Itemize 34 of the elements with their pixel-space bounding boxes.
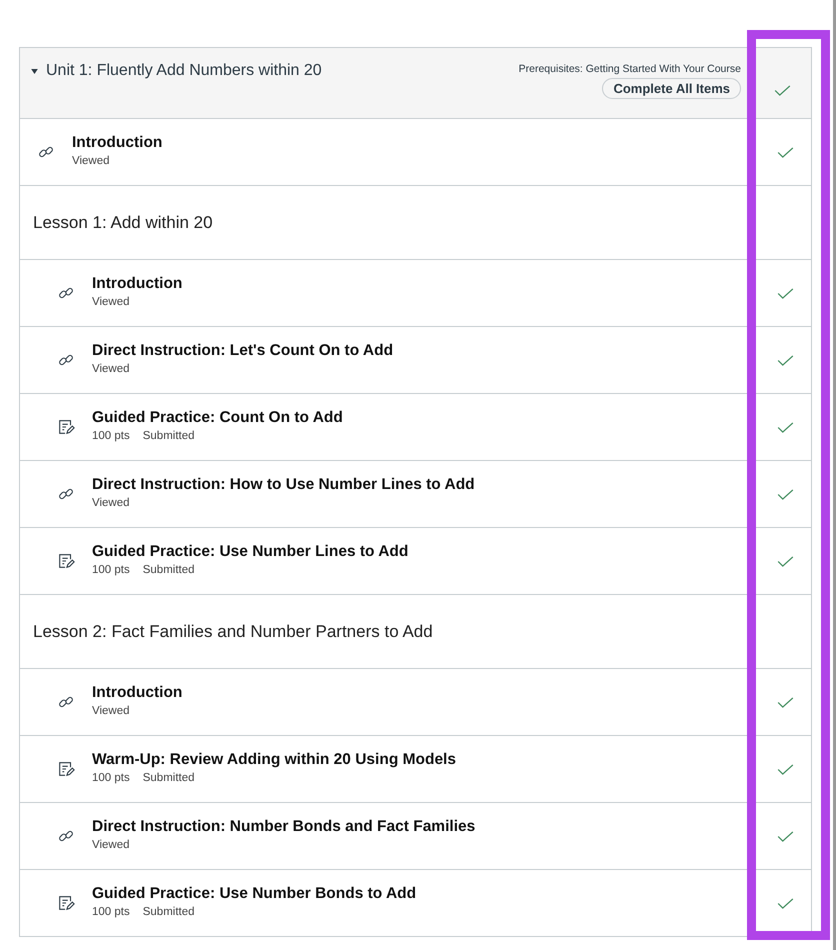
module-title: Unit 1: Fluently Add Numbers within 20: [46, 62, 322, 80]
item-status: 100 pts: [92, 906, 130, 918]
prerequisites-text: Prerequisites: Getting Started With Your Course: [518, 63, 741, 75]
assignment-icon: [57, 894, 75, 912]
assignment-icon: [57, 760, 75, 778]
item-link[interactable]: Direct Instruction: How to Use Number Lines to Add: [92, 476, 745, 494]
item-link[interactable]: Introduction: [92, 684, 745, 702]
item-link[interactable]: Warm-Up: Review Adding within 20 Using Models: [92, 750, 745, 768]
item-status: Submitted: [142, 906, 195, 918]
item-status: Viewed: [92, 296, 130, 308]
assignment-icon: [57, 418, 75, 436]
item-link[interactable]: Direct Instruction: Number Bonds and Fact Families: [92, 818, 745, 836]
item-link[interactable]: Guided Practice: Use Number Lines to Add: [92, 542, 745, 560]
item-status: Viewed: [92, 362, 130, 374]
complete-all-button[interactable]: Complete All Items: [602, 78, 741, 99]
assignment-icon: [57, 552, 75, 570]
item-status: Viewed: [92, 496, 130, 508]
item-status: Submitted: [142, 772, 195, 784]
item-status: Viewed: [72, 154, 110, 166]
item-link[interactable]: Guided Practice: Count On to Add: [92, 408, 745, 426]
item-link[interactable]: Direct Instruction: Let's Count On to Add: [92, 342, 745, 360]
item-status: Viewed: [92, 704, 130, 716]
item-status: Submitted: [142, 564, 195, 576]
item-status: 100 pts: [92, 772, 130, 784]
caret-icon[interactable]: [31, 69, 38, 74]
item-link[interactable]: Introduction: [72, 134, 745, 152]
item-status: 100 pts: [92, 564, 130, 576]
item-link[interactable]: Introduction: [92, 274, 745, 292]
lesson-heading: Lesson 2: Fact Families and Number Partners to Add: [33, 622, 433, 642]
lesson-heading: Lesson 1: Add within 20: [33, 212, 213, 232]
item-status: 100 pts: [92, 430, 130, 442]
item-status: Submitted: [142, 430, 195, 442]
item-status: Viewed: [92, 838, 130, 850]
item-link[interactable]: Guided Practice: Use Number Bonds to Add: [92, 884, 745, 902]
